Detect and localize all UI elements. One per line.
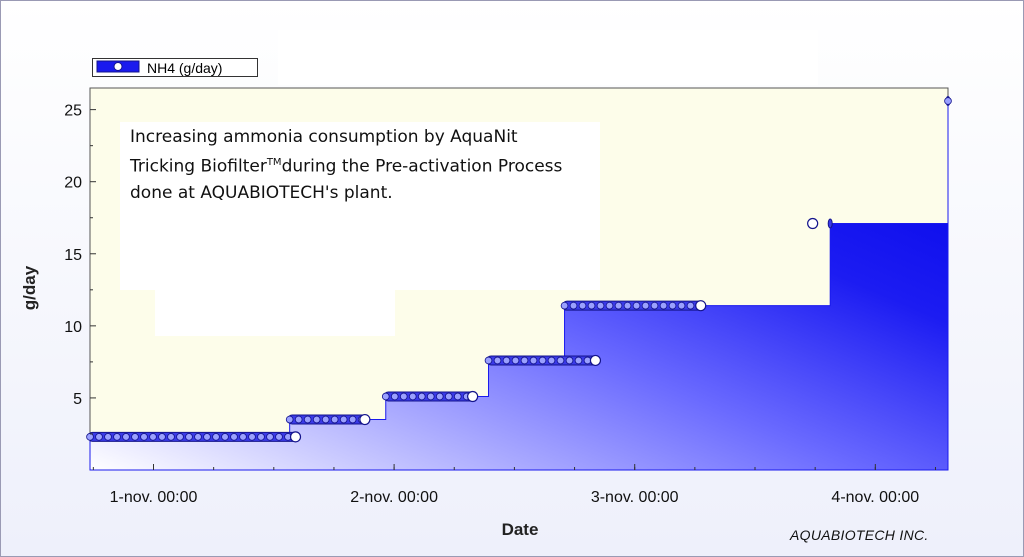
y-tick-label: 20 <box>64 175 82 192</box>
data-point <box>285 415 294 424</box>
annotation-line-3: done at AQUABIOTECH's plant. <box>130 182 393 203</box>
data-point <box>239 433 247 441</box>
data-point <box>294 415 303 424</box>
data-point <box>221 433 229 441</box>
data-point <box>569 301 578 310</box>
data-point <box>641 301 650 310</box>
annotation-line-2a: Tricking Biofilter <box>130 156 267 177</box>
y-axis-title: g/day <box>20 265 39 311</box>
data-point <box>194 433 202 441</box>
data-point <box>399 392 408 401</box>
data-point <box>560 301 569 310</box>
data-point <box>538 356 547 365</box>
step-end-marker <box>589 354 602 367</box>
company-footer: AQUABIOTECH INC. <box>790 527 929 543</box>
data-point <box>140 433 148 441</box>
data-point <box>605 301 614 310</box>
x-tick-label: 2-nov. 00:00 <box>350 489 438 506</box>
data-point <box>266 433 274 441</box>
x-tick-label: 4-nov. 00:00 <box>831 489 919 506</box>
x-tick-label: 3-nov. 00:00 <box>591 489 679 506</box>
data-point <box>623 301 632 310</box>
data-point <box>677 301 686 310</box>
data-point <box>348 415 357 424</box>
x-tick-label: 1-nov. 00:00 <box>110 489 198 506</box>
y-tick-label: 25 <box>64 103 82 120</box>
data-point <box>104 433 112 441</box>
legend: NH4 (g/day) <box>92 58 258 77</box>
data-point <box>330 415 339 424</box>
data-point <box>248 433 256 441</box>
data-point <box>203 433 211 441</box>
data-point <box>632 301 641 310</box>
data-point <box>417 392 426 401</box>
data-point <box>574 356 583 365</box>
data-point <box>113 433 121 441</box>
data-point <box>131 433 139 441</box>
data-point <box>668 301 677 310</box>
data-point <box>578 301 587 310</box>
data-point <box>339 415 348 424</box>
data-point <box>511 356 520 365</box>
data-point <box>158 433 166 441</box>
step-end-marker <box>467 390 479 403</box>
data-point <box>321 415 330 424</box>
data-point <box>303 415 312 424</box>
legend-swatch <box>95 58 141 77</box>
data-point <box>493 356 502 365</box>
data-point <box>312 415 321 424</box>
data-point <box>86 433 94 441</box>
data-point <box>596 301 605 310</box>
trademark-mark: TM <box>266 157 282 168</box>
y-tick-label: 10 <box>64 319 82 336</box>
data-point <box>185 433 193 441</box>
data-point <box>614 301 623 310</box>
y-tick-label: 15 <box>64 247 82 264</box>
data-point <box>484 356 493 365</box>
data-point <box>408 392 417 401</box>
data-point <box>176 433 184 441</box>
data-point <box>453 392 462 401</box>
data-point <box>275 433 283 441</box>
data-point <box>435 392 444 401</box>
data-point <box>149 433 157 441</box>
x-axis-title: Date <box>501 520 539 539</box>
data-point <box>444 392 453 401</box>
data-point <box>686 301 695 310</box>
data-point <box>650 301 659 310</box>
step-end-marker <box>359 413 371 426</box>
data-point <box>520 356 529 365</box>
data-point <box>230 433 238 441</box>
data-point <box>565 356 574 365</box>
chart-annotation: Increasing ammonia consumption by AquaNi… <box>120 122 600 290</box>
step-end-marker <box>695 300 707 312</box>
data-point <box>122 433 130 441</box>
annotation-line-2: Tricking BiofilterTMduring the Pre-activ… <box>130 150 590 180</box>
annotation-line-2b: during the Pre-activation Process <box>281 156 563 177</box>
annotation-box-extension <box>155 288 395 336</box>
data-point <box>381 392 390 401</box>
data-point <box>257 433 265 441</box>
data-point <box>587 301 596 310</box>
data-point <box>529 356 538 365</box>
data-point <box>426 392 435 401</box>
data-point <box>502 356 511 365</box>
data-point <box>556 356 565 365</box>
y-tick-label: 5 <box>73 391 82 408</box>
legend-label: NH4 (g/day) <box>147 59 223 76</box>
data-point <box>167 433 175 441</box>
step-end-marker <box>289 431 302 443</box>
data-point <box>659 301 668 310</box>
data-point <box>212 433 220 441</box>
data-point <box>944 97 952 105</box>
data-point <box>390 392 399 401</box>
step-end-marker <box>807 217 819 230</box>
step-marker-band <box>827 218 833 229</box>
annotation-line-1: Increasing ammonia consumption by AquaNi… <box>130 127 518 147</box>
data-point <box>95 433 103 441</box>
data-point <box>547 356 556 365</box>
